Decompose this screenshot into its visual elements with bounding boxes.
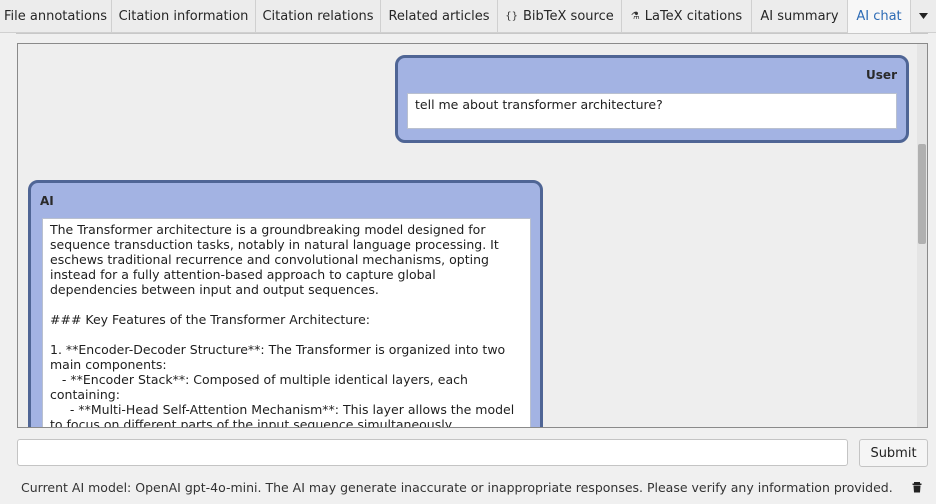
tab-bar: File annotations Citation information Ci… xyxy=(0,0,936,33)
tab-label: BibTeX source xyxy=(523,8,614,24)
ai-message-text: The Transformer architecture is a ground… xyxy=(42,218,531,428)
tab-label: Citation relations xyxy=(262,8,374,24)
scrollbar-thumb[interactable] xyxy=(918,144,926,244)
ai-model-disclaimer: Current AI model: OpenAI gpt-4o-mini. Th… xyxy=(21,480,893,495)
submit-button[interactable]: Submit xyxy=(859,439,928,467)
chat-input[interactable] xyxy=(17,439,848,466)
tab-label: AI summary xyxy=(760,8,839,24)
tab-ai-chat[interactable]: AI chat xyxy=(848,0,911,33)
tab-overflow-button[interactable] xyxy=(911,0,936,33)
ai-paragraph: The Transformer architecture is a ground… xyxy=(50,222,503,297)
chat-scrollbar[interactable] xyxy=(917,44,927,427)
user-message-text: tell me about transformer architecture? xyxy=(407,93,897,129)
trash-icon[interactable] xyxy=(911,481,923,493)
ai-message-bubble: AI The Transformer architecture is a gro… xyxy=(28,180,543,428)
tab-label: Related articles xyxy=(388,8,490,24)
sender-label: User xyxy=(866,68,897,82)
tab-citation-relations[interactable]: Citation relations xyxy=(256,0,381,33)
user-message-bubble: User tell me about transformer architect… xyxy=(395,55,909,143)
tab-label: File annotations xyxy=(3,8,108,24)
tab-bibtex-source[interactable]: {} BibTeX source xyxy=(498,0,622,33)
tab-citation-information[interactable]: Citation information xyxy=(112,0,256,33)
latex-icon: ⚗ xyxy=(630,10,640,22)
ai-paragraph: 1. **Encoder-Decoder Structure**: The Tr… xyxy=(50,342,515,428)
tab-label: LaTeX citations xyxy=(644,8,743,24)
chevron-down-icon xyxy=(919,13,928,19)
chat-history[interactable]: User tell me about transformer architect… xyxy=(17,43,928,428)
tab-label: Citation information xyxy=(118,8,249,24)
ai-paragraph: ### Key Features of the Transformer Arch… xyxy=(50,312,370,327)
tab-file-annotations[interactable]: File annotations xyxy=(0,0,112,33)
braces-icon: {} xyxy=(505,10,518,22)
tab-related-articles[interactable]: Related articles xyxy=(381,0,498,33)
tab-ai-summary[interactable]: AI summary xyxy=(752,0,848,33)
tab-divider xyxy=(16,33,928,34)
tab-latex-citations[interactable]: ⚗ LaTeX citations xyxy=(622,0,752,33)
sender-label: AI xyxy=(40,194,54,208)
tab-label: AI chat xyxy=(856,8,902,24)
